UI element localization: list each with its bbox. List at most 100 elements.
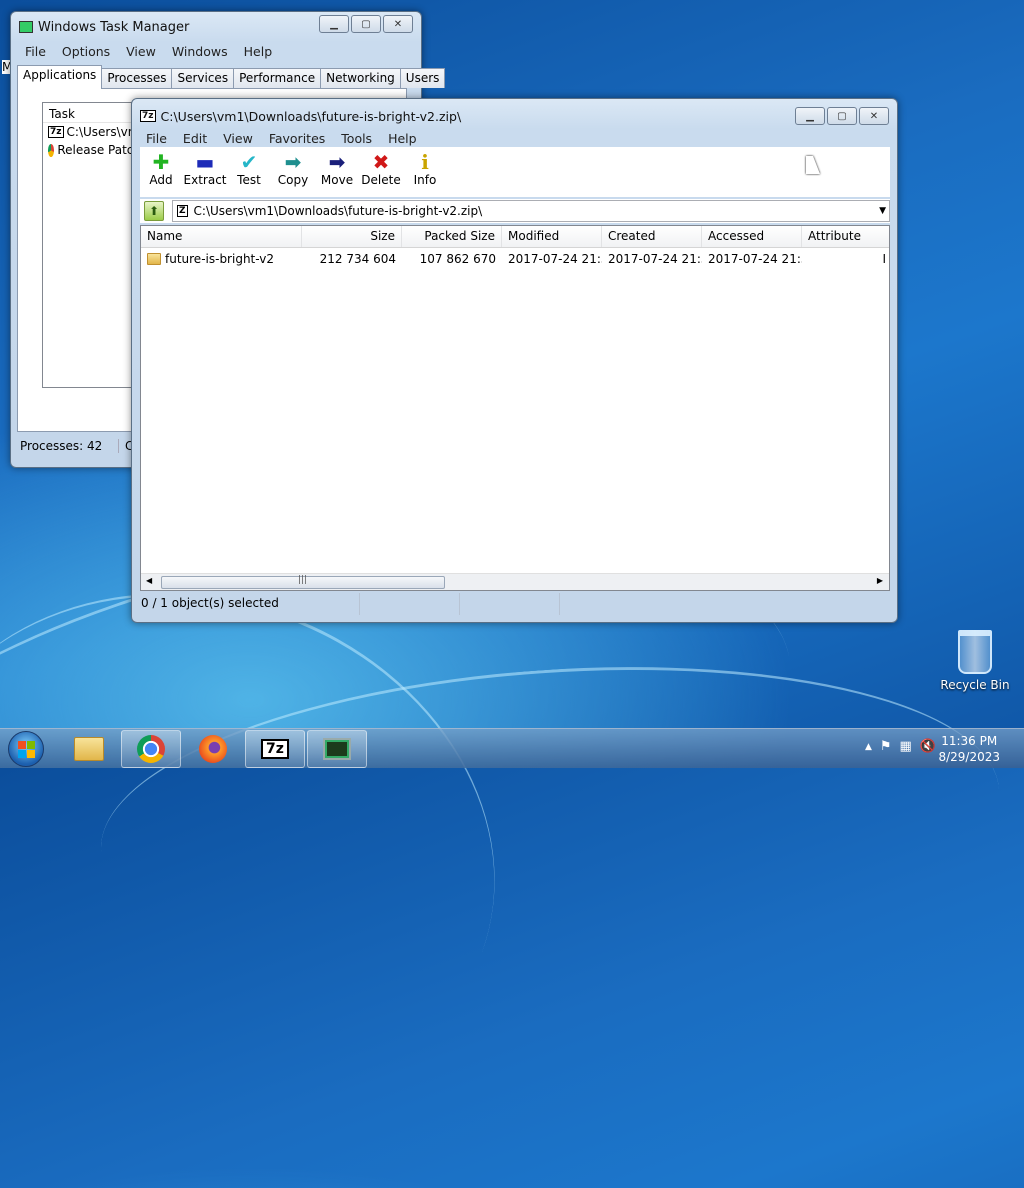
taskbar-firefox[interactable] [183,730,243,768]
file-packed-size: 107 862 670 [419,252,496,266]
maximize-button[interactable]: ▢ [351,15,381,33]
copy-icon: ➡ [284,150,302,174]
info-icon: i [421,150,429,174]
tab-services[interactable]: Services [171,68,235,88]
file-list-header: Name Size Packed Size Modified Created A… [141,226,889,248]
sevenzip-statusbar: 0 / 1 object(s) selected [140,593,890,615]
column-modified[interactable]: Modified [502,226,602,247]
7zip-icon: 7z [261,739,289,759]
column-packed-size[interactable]: Packed Size [402,226,502,247]
add-label: Add [149,173,173,187]
move-icon: ➡ [328,150,346,174]
address-bar: ⬆ Z C:\Users\vm1\Downloads\future-is-bri… [140,199,890,223]
column-name[interactable]: Name [141,226,302,247]
maximize-button[interactable]: ▢ [827,107,857,125]
show-hidden-icons-icon[interactable]: ▲ [865,742,872,754]
menu-help[interactable]: Help [236,42,281,61]
file-attributes: I [882,252,886,266]
status-cell [460,593,560,615]
menu-favorites[interactable]: Favorites [261,129,333,148]
table-row[interactable]: future-is-bright-v2 212 734 604 107 862 … [141,250,889,268]
extract-icon: ▬ [195,150,215,174]
menu-edit[interactable]: Edit [175,129,215,148]
system-clock[interactable]: 11:36 PM 8/29/2023 [938,733,1000,765]
menu-view[interactable]: View [118,42,164,61]
windows-logo-icon [17,740,35,758]
taskbar-explorer[interactable] [59,730,119,768]
column-accessed[interactable]: Accessed [702,226,802,247]
task-column-header[interactable]: Task [43,103,141,123]
tab-processes[interactable]: Processes [101,68,173,88]
recycle-bin-icon [958,630,992,674]
scrollbar-thumb[interactable]: ||| [161,575,445,589]
taskbar-7zip[interactable]: 7z [245,730,305,768]
menu-file[interactable]: File [138,129,175,148]
column-created[interactable]: Created [602,226,702,247]
chrome-icon [48,143,55,157]
add-button[interactable]: ✚ Add [140,147,182,197]
taskbar-task-manager[interactable] [307,730,367,768]
firefox-icon [199,735,227,763]
minimize-button[interactable]: ▁ [795,107,825,125]
processes-count: Processes: 42 [11,439,119,453]
up-folder-button[interactable]: ⬆ [144,201,164,221]
column-size[interactable]: Size [302,226,402,247]
task-manager-titlebar[interactable]: Windows Task Manager [19,18,189,36]
copy-button[interactable]: ➡ Copy [272,147,314,197]
menu-file[interactable]: File [17,42,54,61]
menu-help[interactable]: Help [380,129,425,148]
sevenzip-window[interactable]: 7z C:\Users\vm1\Downloads\future-is-brig… [131,98,898,623]
selection-status: 0 / 1 object(s) selected [140,593,360,615]
menu-tools[interactable]: Tools [333,129,380,148]
start-button[interactable] [8,731,44,767]
folder-icon [74,737,104,761]
recycle-bin-desktop-icon[interactable]: Recycle Bin [940,630,1010,692]
task-item[interactable]: Release Patch [43,141,141,159]
chevron-down-icon[interactable]: ▼ [879,206,886,216]
7zip-icon: 7z [140,110,156,122]
address-combobox[interactable]: Z C:\Users\vm1\Downloads\future-is-brigh… [172,200,890,222]
close-button[interactable]: ✕ [383,15,413,33]
extract-button[interactable]: ▬ Extract [184,147,227,197]
task-manager-tabs: Applications Processes Services Performa… [17,65,446,89]
close-button[interactable]: ✕ [859,107,889,125]
task-manager-menubar: File Options View Windows Help [17,42,415,61]
action-center-icon[interactable]: ⚑ [880,739,892,754]
menu-options[interactable]: Options [54,42,118,61]
taskbar: 7z ▲ ⚑ ▦ 🔇 11:36 PM 8/29/2023 [0,728,1024,768]
task-item-label: Release Patch [57,143,141,157]
info-button[interactable]: i Info [404,147,446,197]
file-name-cell: future-is-bright-v2 [141,252,302,266]
task-list[interactable]: Task 7z C:\Users\vm1 Release Patch [42,102,142,388]
menu-view[interactable]: View [215,129,261,148]
task-item[interactable]: 7z C:\Users\vm1 [43,123,141,141]
scroll-left-arrow[interactable]: ◀ [146,576,152,585]
task-item-label: C:\Users\vm1 [66,125,141,139]
sevenzip-titlebar[interactable]: 7z C:\Users\vm1\Downloads\future-is-brig… [140,107,461,125]
move-button[interactable]: ➡ Move [316,147,358,197]
delete-button[interactable]: ✖ Delete [360,147,402,197]
volume-muted-icon[interactable]: 🔇 [920,739,936,754]
network-icon[interactable]: ▦ [900,739,912,754]
tab-users[interactable]: Users [399,68,446,88]
tab-applications[interactable]: Applications [17,65,103,89]
delete-icon: ✖ [372,150,390,174]
file-list[interactable]: Name Size Packed Size Modified Created A… [140,225,890,591]
delete-label: Delete [361,173,401,187]
file-created: 2017-07-24 21:38 [608,252,702,266]
tab-performance[interactable]: Performance [233,68,322,88]
horizontal-scrollbar[interactable]: ◀ ||| ▶ [141,573,889,590]
address-text[interactable]: C:\Users\vm1\Downloads\future-is-bright-… [194,204,483,218]
clock-time: 11:36 PM [941,734,998,748]
minimize-button[interactable]: ▁ [319,15,349,33]
mouse-cursor [806,156,820,174]
task-manager-title: Windows Task Manager [38,19,190,35]
task-manager-icon [19,21,33,33]
scroll-right-arrow[interactable]: ▶ [877,576,883,585]
menu-windows[interactable]: Windows [164,42,236,61]
test-button[interactable]: ✔ Test [228,147,270,197]
tab-networking[interactable]: Networking [320,68,401,88]
column-attributes[interactable]: Attribute [802,226,889,247]
taskbar-chrome[interactable] [121,730,181,768]
info-label: Info [413,173,437,187]
